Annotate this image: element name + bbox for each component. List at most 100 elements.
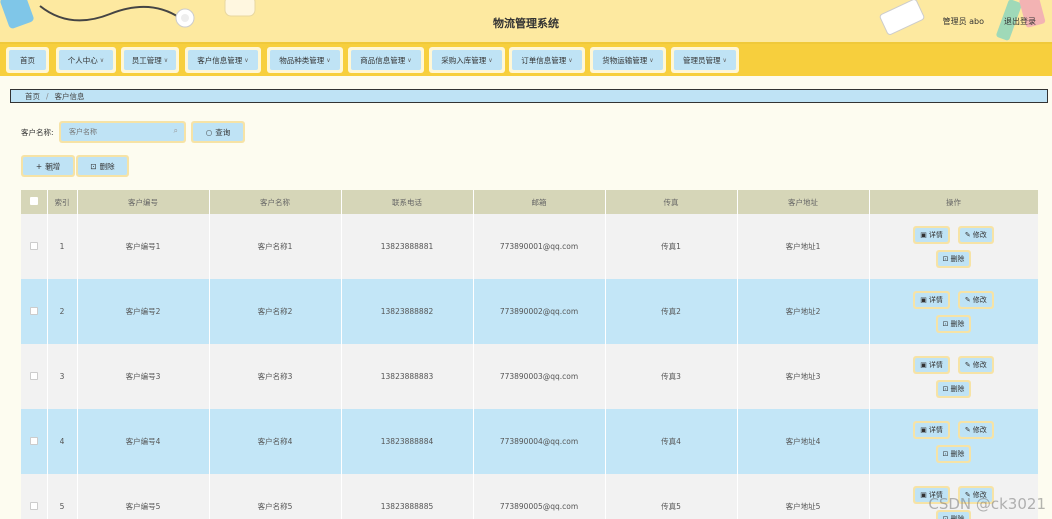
cell-email: 773890003@qq.com	[473, 344, 606, 409]
column-header-phone: 联系电话	[341, 190, 474, 214]
nav-item-shipping[interactable]: 货物运输管理 ∨	[590, 47, 666, 73]
chevron-down-icon: ∨	[407, 56, 412, 64]
cell-name: 客户名称1	[209, 214, 342, 279]
cell-index: 3	[47, 344, 78, 409]
cell-email: 773890004@qq.com	[473, 409, 606, 474]
cell-address: 客户地址4	[737, 409, 870, 474]
table-row: 3 客户编号3 客户名称3 13823888883 773890003@qq.com 传真…	[21, 344, 1038, 409]
logout-link[interactable]: 退出登录	[1004, 16, 1036, 27]
row-checkbox[interactable]	[21, 409, 48, 474]
detail-button[interactable]: ▣ 详情	[913, 420, 950, 439]
nav-item-orders[interactable]: 订单信息管理 ∨	[509, 47, 585, 73]
search-label: 客户名称:	[21, 128, 54, 137]
nav-item-home[interactable]: 首页	[6, 47, 49, 73]
customer-table: 索引 客户编号 客户名称 联系电话 邮箱 传真 客户地址 操作 1 客户编号1 客户…	[21, 190, 1038, 519]
cell-address: 客户地址1	[737, 214, 870, 279]
trash-icon: ⊡	[942, 254, 949, 263]
watermark: CSDN @ck3021	[928, 495, 1046, 513]
cell-fax: 传真5	[605, 474, 738, 519]
chevron-down-icon: ∨	[649, 56, 654, 64]
cell-name: 客户名称4	[209, 409, 342, 474]
edit-button[interactable]: ✎ 修改	[957, 290, 994, 309]
cell-code: 客户编号1	[77, 214, 210, 279]
cell-phone: 13823888885	[341, 474, 474, 519]
chevron-down-icon: ∨	[568, 56, 573, 64]
plus-icon: +	[35, 161, 43, 171]
cell-code: 客户编号5	[77, 474, 210, 519]
column-header-index: 索引	[47, 190, 78, 214]
select-all-checkbox[interactable]	[21, 190, 48, 214]
cell-fax: 传真3	[605, 344, 738, 409]
cell-name: 客户名称2	[209, 279, 342, 344]
row-delete-button[interactable]: ⊡ 删除	[935, 314, 972, 333]
cell-email: 773890005@qq.com	[473, 474, 606, 519]
query-button[interactable]: ○ 查询	[191, 121, 245, 143]
chevron-down-icon: ∨	[488, 56, 493, 64]
cell-address: 客户地址2	[737, 279, 870, 344]
cell-phone: 13823888882	[341, 279, 474, 344]
edit-button[interactable]: ✎ 修改	[957, 420, 994, 439]
customer-name-search[interactable]: ⌕	[59, 121, 186, 143]
row-delete-button[interactable]: ⊡ 删除	[935, 249, 972, 268]
breadcrumb-home[interactable]: 首页	[25, 91, 40, 102]
document-icon: ▣	[920, 230, 927, 239]
cell-index: 1	[47, 214, 78, 279]
cell-name: 客户名称3	[209, 344, 342, 409]
cell-code: 客户编号4	[77, 409, 210, 474]
trash-icon: ⊡	[942, 319, 949, 328]
nav-item-admins[interactable]: 管理员管理 ∨	[671, 47, 739, 73]
document-icon: ▣	[920, 295, 927, 304]
pencil-icon: ✎	[964, 295, 971, 304]
row-delete-button[interactable]: ⊡ 删除	[935, 379, 972, 398]
edit-button[interactable]: ✎ 修改	[957, 225, 994, 244]
cell-fax: 传真2	[605, 279, 738, 344]
cell-code: 客户编号3	[77, 344, 210, 409]
row-checkbox[interactable]	[21, 474, 48, 519]
nav-item-purchases[interactable]: 采购入库管理 ∨	[429, 47, 505, 73]
cell-actions: ▣ 详情 ✎ 修改 ⊡ 删除	[869, 279, 1038, 344]
main-nav: 首页 个人中心 ∨ 员工管理 ∨ 客户信息管理 ∨ 物品种类管理 ∨ 商品信息管理 ∨ 采…	[0, 44, 1052, 76]
table-row: 1 客户编号1 客户名称1 13823888881 773890001@qq.com 传真…	[21, 214, 1038, 279]
column-header-name: 客户名称	[209, 190, 342, 214]
cell-actions: ▣ 详情 ✎ 修改 ⊡ 删除	[869, 214, 1038, 279]
detail-button[interactable]: ▣ 详情	[913, 290, 950, 309]
document-icon: ▣	[920, 425, 927, 434]
edit-button[interactable]: ✎ 修改	[957, 355, 994, 374]
nav-item-categories[interactable]: 物品种类管理 ∨	[267, 47, 343, 73]
column-header-email: 邮箱	[473, 190, 606, 214]
cell-name: 客户名称5	[209, 474, 342, 519]
table-row: 5 客户编号5 客户名称5 13823888885 773890005@qq.com 传真…	[21, 474, 1038, 519]
trash-icon: ⊡	[942, 384, 949, 393]
detail-button[interactable]: ▣ 详情	[913, 355, 950, 374]
column-header-code: 客户编号	[77, 190, 210, 214]
column-header-actions: 操作	[869, 190, 1038, 214]
row-delete-button[interactable]: ⊡ 删除	[935, 444, 972, 463]
nav-item-profile[interactable]: 个人中心 ∨	[56, 47, 116, 73]
row-checkbox[interactable]	[21, 214, 48, 279]
cell-index: 2	[47, 279, 78, 344]
search-icon: ○	[205, 127, 213, 137]
table-row: 2 客户编号2 客户名称2 13823888882 773890002@qq.com 传真…	[21, 279, 1038, 344]
document-icon: ▣	[920, 490, 927, 499]
trash-icon: ⊡	[942, 449, 949, 458]
nav-item-customers[interactable]: 客户信息管理 ∨	[185, 47, 261, 73]
bulk-delete-button[interactable]: ⊡ 删除	[76, 155, 129, 177]
column-header-fax: 传真	[605, 190, 738, 214]
cell-fax: 传真1	[605, 214, 738, 279]
row-checkbox[interactable]	[21, 279, 48, 344]
cell-phone: 13823888881	[341, 214, 474, 279]
cell-address: 客户地址5	[737, 474, 870, 519]
document-icon: ▣	[920, 360, 927, 369]
table-header-row: 索引 客户编号 客户名称 联系电话 邮箱 传真 客户地址 操作	[21, 190, 1038, 214]
chevron-down-icon: ∨	[163, 56, 169, 64]
cell-index: 4	[47, 409, 78, 474]
chevron-down-icon: ∨	[99, 56, 105, 64]
search-input[interactable]	[61, 123, 184, 141]
row-checkbox[interactable]	[21, 344, 48, 409]
nav-item-staff[interactable]: 员工管理 ∨	[121, 47, 179, 73]
nav-item-products[interactable]: 商品信息管理 ∨	[348, 47, 424, 73]
trash-icon: ⊡	[90, 161, 97, 171]
current-user: 管理员 abo	[942, 17, 984, 26]
detail-button[interactable]: ▣ 详情	[913, 225, 950, 244]
cell-actions: ▣ 详情 ✎ 修改 ⊡ 删除	[869, 409, 1038, 474]
